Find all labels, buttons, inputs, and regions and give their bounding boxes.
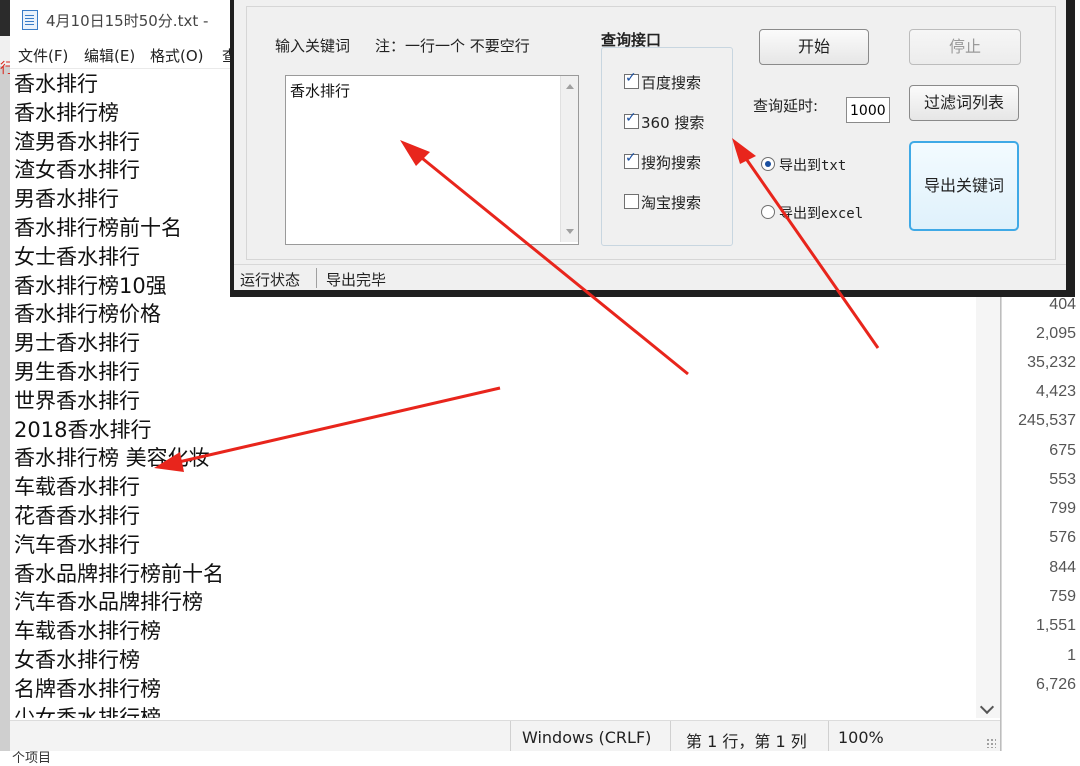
interface-group: 百度搜索 360 搜索 搜狗搜索 淘宝搜索: [601, 47, 733, 246]
background-titlebar-fragment: [0, 0, 10, 36]
tool-statusbar: 运行状态 导出完毕: [234, 264, 1066, 291]
text-line: 少女香水排行榜: [14, 705, 161, 718]
radio-unselected-icon[interactable]: [761, 205, 775, 219]
status-separator: [828, 721, 829, 752]
start-button[interactable]: 开始: [759, 29, 869, 65]
menu-format[interactable]: 格式(O): [150, 45, 204, 66]
text-line: 2018香水排行: [14, 417, 152, 442]
text-line: 香水排行榜价格: [14, 302, 161, 327]
text-line: 汽车香水排行: [14, 532, 140, 557]
number-cell: 35,232: [1027, 354, 1076, 371]
scroll-up-arrow-icon[interactable]: [566, 84, 574, 89]
notepad-statusbar: Windows (CRLF) 第 1 行，第 1 列 100%: [10, 720, 1000, 752]
delay-label: 查询延时:: [753, 97, 819, 115]
checkbox-taobao[interactable]: 淘宝搜索: [624, 192, 701, 213]
text-line: 世界香水排行: [14, 388, 140, 413]
tool-main-group: 输入关键词 注：一行一个 不要空行 香水排行 查询接口 百度搜索 360 搜索 …: [246, 6, 1056, 260]
delay-input[interactable]: 1000: [846, 97, 890, 123]
text-line: 香水品牌排行榜前十名: [14, 561, 224, 586]
radio-label: 导出到excel: [779, 206, 864, 222]
text-line: 女香水排行榜: [14, 647, 140, 672]
status-zoom: 100%: [838, 728, 884, 747]
text-line: 香水排行榜 美容化妆: [14, 446, 210, 471]
radio-export-excel[interactable]: 导出到excel: [761, 203, 863, 223]
notepad-title: 4月10日15时50分.txt -: [46, 12, 209, 30]
number-cell: 844: [1049, 559, 1076, 576]
scroll-down-arrow-icon[interactable]: [566, 229, 574, 234]
status-separator: [510, 721, 511, 752]
keyword-textarea-scrollbar[interactable]: [560, 76, 578, 242]
number-cell: 6,726: [1035, 676, 1076, 693]
checkbox-label: 搜狗搜索: [641, 154, 702, 172]
checkbox-checked-icon[interactable]: [624, 150, 639, 169]
status-separator: [316, 268, 317, 288]
radio-selected-icon[interactable]: [761, 157, 775, 171]
scroll-down-arrow-icon[interactable]: [979, 699, 995, 715]
export-keywords-button[interactable]: 导出关键词: [909, 141, 1019, 231]
text-line: 名牌香水排行榜: [14, 676, 161, 701]
status-cursor-position: 第 1 行，第 1 列: [686, 732, 807, 751]
resize-grip-icon[interactable]: [986, 738, 996, 748]
keyword-input-label: 输入关键词: [275, 37, 351, 55]
keyword-textarea-content: 香水排行: [290, 82, 351, 100]
keyword-note-label: 注：一行一个 不要空行: [375, 37, 530, 55]
checkbox-checked-icon[interactable]: [624, 110, 639, 129]
text-line: 男士香水排行: [14, 331, 140, 356]
keyword-textarea[interactable]: 香水排行: [285, 75, 579, 245]
keyword-tool-window: 输入关键词 注：一行一个 不要空行 香水排行 查询接口 百度搜索 360 搜索 …: [230, 0, 1075, 297]
text-line: 男生香水排行: [14, 359, 140, 384]
radio-export-txt[interactable]: 导出到txt: [761, 155, 846, 175]
run-status-label: 运行状态: [240, 271, 301, 289]
number-cell: 245,537: [1018, 412, 1076, 429]
checkbox-baidu[interactable]: 百度搜索: [624, 70, 702, 93]
text-line: 花香香水排行: [14, 503, 140, 528]
checkbox-label: 360 搜索: [641, 114, 705, 132]
checkbox-checked-icon[interactable]: [624, 70, 639, 89]
checkbox-label: 百度搜索: [641, 74, 702, 92]
status-separator: [670, 721, 671, 752]
notepad-document-icon: [22, 10, 38, 30]
status-line-ending: Windows (CRLF): [522, 728, 652, 747]
menu-file[interactable]: 文件(F): [18, 45, 68, 66]
stop-button[interactable]: 停止: [909, 29, 1021, 65]
item-count-text: 个项目: [12, 751, 52, 766]
number-cell: 2,095: [1035, 325, 1076, 342]
number-cell: 553: [1049, 471, 1076, 488]
checkbox-360[interactable]: 360 搜索: [624, 110, 705, 133]
number-cell: 404: [1049, 296, 1076, 313]
text-line: 汽车香水品牌排行榜: [14, 590, 203, 615]
number-cell: 1,551: [1035, 617, 1076, 634]
checkbox-sogou[interactable]: 搜狗搜索: [624, 150, 702, 173]
radio-label: 导出到txt: [779, 158, 847, 174]
text-line: 车载香水排行榜: [14, 619, 161, 644]
number-cell: 1: [1067, 647, 1076, 664]
number-cell: 675: [1049, 442, 1076, 459]
number-cell: 759: [1049, 588, 1076, 605]
number-cell: 799: [1049, 500, 1076, 517]
filter-words-button[interactable]: 过滤词列表: [909, 85, 1019, 121]
number-cell: 4,423: [1035, 383, 1076, 400]
number-cell: 576: [1049, 529, 1076, 546]
background-red-fragment: 行: [0, 61, 14, 77]
checkbox-unchecked-icon[interactable]: [624, 194, 639, 209]
text-line: 车载香水排行: [14, 475, 140, 500]
background-window-edge: 行: [0, 0, 14, 761]
checkbox-label: 淘宝搜索: [641, 194, 702, 212]
run-status-value: 导出完毕: [326, 271, 387, 289]
background-explorer-strip: 个项目: [0, 751, 1080, 766]
tool-client-area: 输入关键词 注：一行一个 不要空行 香水排行 查询接口 百度搜索 360 搜索 …: [234, 0, 1066, 290]
menu-edit[interactable]: 编辑(E): [84, 45, 135, 66]
